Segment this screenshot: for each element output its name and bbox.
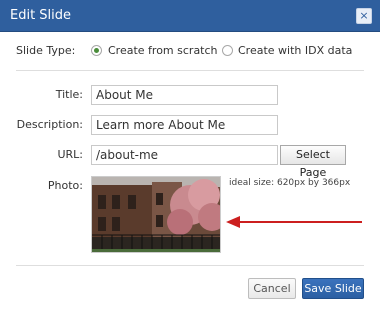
slide-photo-thumbnail[interactable] [91, 176, 221, 253]
divider-bottom [16, 265, 364, 266]
photo-field-label: Photo: [47, 179, 83, 192]
select-page-button[interactable]: Select Page [280, 145, 346, 179]
divider-top [16, 70, 364, 71]
close-icon[interactable]: × [356, 8, 372, 24]
description-field-label: Description: [16, 118, 83, 131]
url-input[interactable] [91, 145, 278, 165]
photo-size-hint: ideal size: 620px by 366px [229, 178, 351, 188]
slide-type-label: Slide Type: [16, 44, 76, 57]
brownstone-photo [92, 177, 220, 252]
radio-create-from-scratch-label[interactable]: Create from scratch [108, 44, 218, 57]
radio-create-from-scratch[interactable] [91, 45, 102, 56]
title-field-label: Title: [55, 88, 83, 101]
save-slide-button[interactable]: Save Slide [302, 278, 364, 299]
url-field-label: URL: [57, 148, 83, 161]
edit-slide-dialog: Edit Slide × Slide Type: Create from scr… [0, 0, 380, 310]
title-input[interactable] [91, 85, 278, 105]
cancel-button[interactable]: Cancel [248, 278, 296, 299]
arrow-left-icon [226, 216, 362, 228]
dialog-titlebar: Edit Slide × [0, 0, 380, 32]
description-input[interactable] [91, 115, 278, 135]
dialog-title: Edit Slide [10, 8, 72, 23]
radio-create-with-idx-data-label[interactable]: Create with IDX data [238, 44, 352, 57]
radio-create-with-idx-data[interactable] [222, 45, 233, 56]
